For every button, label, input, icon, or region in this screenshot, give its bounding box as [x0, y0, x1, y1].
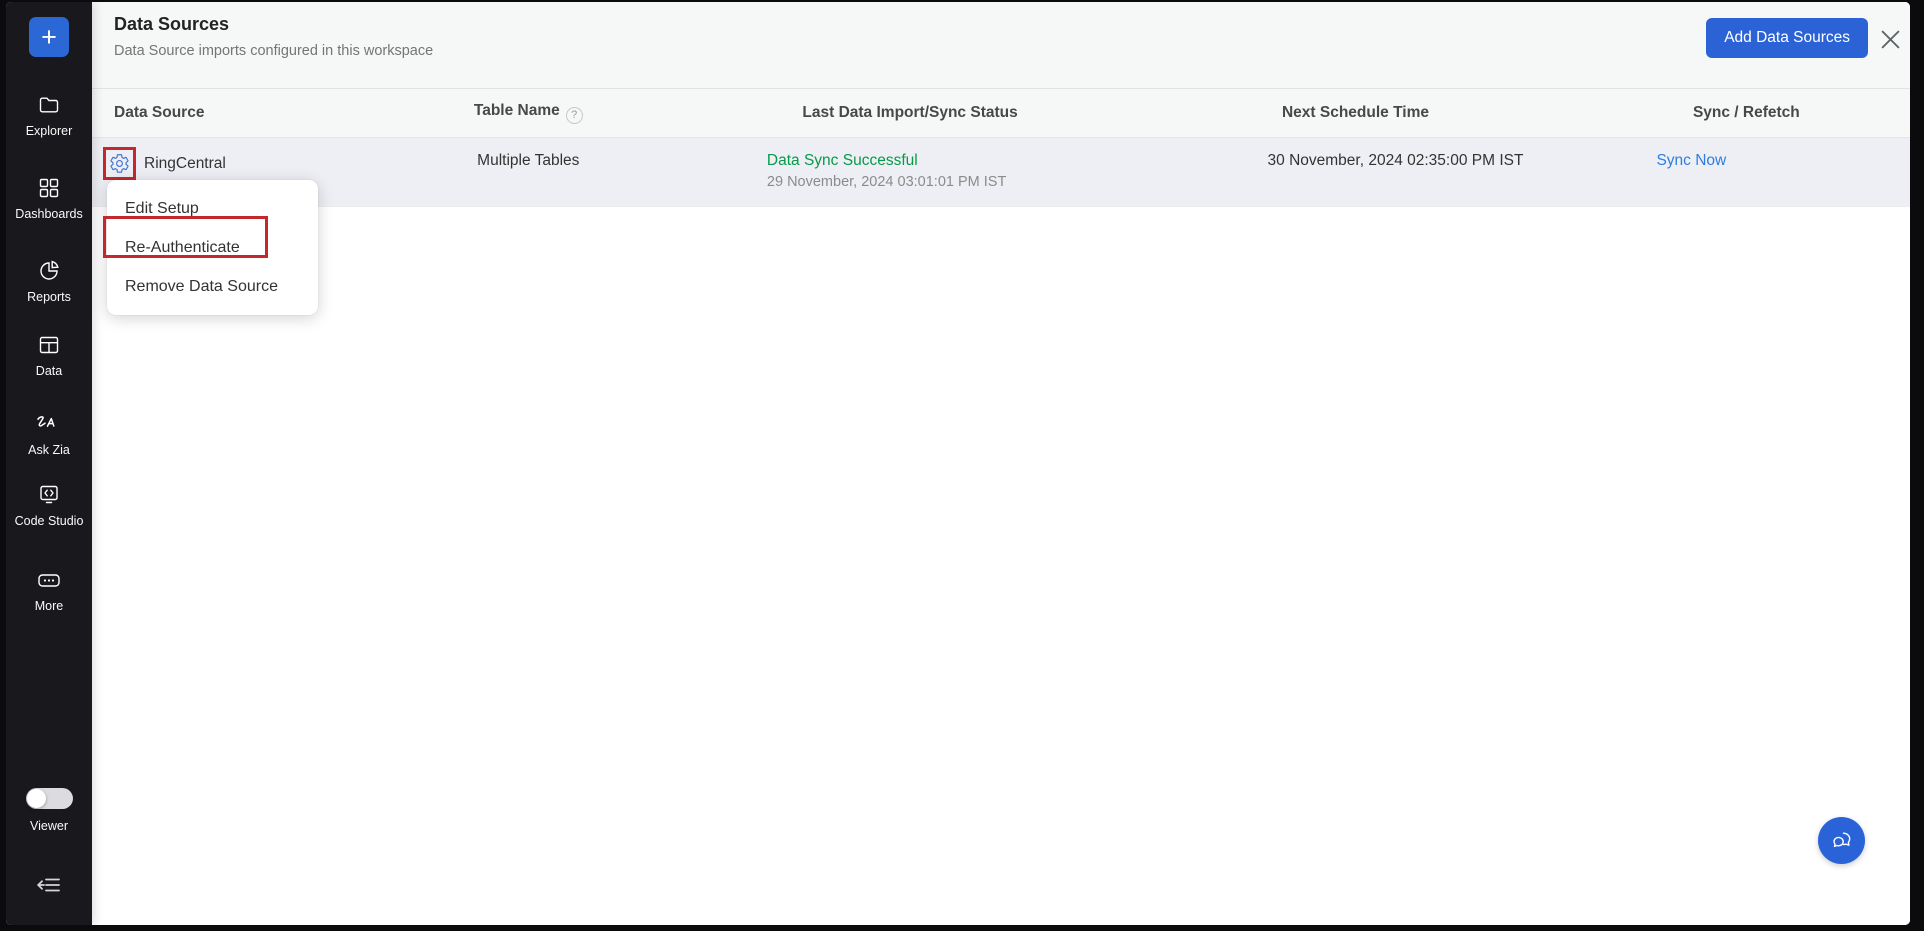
sidebar-item-label: Code Studio: [11, 514, 88, 529]
add-data-sources-button[interactable]: Add Data Sources: [1706, 18, 1868, 58]
page-title: Data Sources: [114, 14, 229, 35]
table-row: RingCentral Multiple Tables Data Sync Su…: [92, 138, 1910, 207]
table-name-cell: Multiple Tables: [365, 152, 692, 170]
collapse-arrow-icon: [35, 874, 63, 901]
sidebar-item-label: Ask Zia: [24, 443, 74, 458]
column-header-table-name: Table Name?: [365, 102, 692, 124]
main-panel: Data Sources Data Source imports configu…: [92, 2, 1910, 925]
sidebar-item-explorer[interactable]: Explorer: [6, 93, 92, 139]
ellipsis-icon: [36, 568, 62, 592]
sync-status-cell: Data Sync Successful 29 November, 2024 0…: [692, 152, 1128, 190]
sidebar-item-label: Data: [32, 364, 66, 379]
sidebar-item-more[interactable]: More: [6, 568, 92, 614]
sidebar-item-label: More: [31, 599, 67, 614]
next-schedule-cell: 30 November, 2024 02:35:00 PM IST: [1128, 152, 1583, 170]
menu-item-remove-data-source[interactable]: Remove Data Source: [107, 267, 318, 306]
create-new-button[interactable]: +: [29, 17, 69, 57]
collapse-sidebar-button[interactable]: [6, 874, 92, 901]
code-window-icon: [37, 483, 61, 507]
column-header-next-schedule: Next Schedule Time: [1128, 104, 1583, 122]
viewer-toggle[interactable]: [26, 788, 73, 809]
close-x-icon: [1877, 26, 1904, 58]
column-header-sync-status: Last Data Import/Sync Status: [692, 104, 1128, 122]
zia-signature-icon: [34, 412, 64, 436]
page-header: Data Sources Data Source imports configu…: [92, 2, 1910, 89]
sidebar-item-label: Reports: [23, 290, 75, 305]
sidebar-item-label: Dashboards: [11, 207, 86, 222]
chat-support-icon: [1829, 828, 1855, 854]
table-header-row: Data Source Table Name? Last Data Import…: [92, 89, 1910, 138]
sidebar: + Explorer Dashboards: [6, 2, 92, 925]
table-icon: [37, 333, 61, 357]
sync-now-link[interactable]: Sync Now: [1656, 152, 1726, 169]
sidebar-item-data[interactable]: Data: [6, 333, 92, 379]
data-source-context-menu: Edit Setup Re-Authenticate Remove Data S…: [107, 180, 318, 315]
viewer-toggle-label: Viewer: [26, 819, 72, 834]
sidebar-item-reports[interactable]: Reports: [6, 259, 92, 305]
gear-icon[interactable]: [109, 153, 130, 174]
menu-item-edit-setup[interactable]: Edit Setup: [107, 189, 318, 228]
app-window: + Explorer Dashboards: [6, 2, 1910, 925]
sidebar-item-label: Explorer: [22, 124, 77, 139]
viewer-mode-control: Viewer: [6, 788, 92, 834]
sync-status-text: Data Sync Successful: [767, 152, 1128, 170]
sync-action-cell: Sync Now: [1583, 152, 1910, 170]
viewer-toggle-knob: [27, 789, 46, 808]
pie-chart-icon: [37, 259, 61, 283]
folder-icon: [37, 93, 61, 117]
sidebar-item-code-studio[interactable]: Code Studio: [6, 483, 92, 529]
chat-support-button[interactable]: [1818, 817, 1865, 864]
sidebar-item-ask-zia[interactable]: Ask Zia: [6, 412, 92, 458]
data-source-cell: RingCentral: [92, 147, 365, 180]
column-header-data-source: Data Source: [92, 104, 365, 122]
data-source-name: RingCentral: [144, 155, 226, 173]
page-subtitle: Data Source imports configured in this w…: [114, 43, 433, 59]
gear-annotation-box: [103, 147, 136, 180]
menu-item-re-authenticate[interactable]: Re-Authenticate: [107, 228, 318, 267]
close-panel-button[interactable]: [1874, 26, 1906, 58]
table-name-help-icon[interactable]: ?: [566, 107, 583, 124]
grid-icon: [37, 176, 61, 200]
sync-status-timestamp: 29 November, 2024 03:01:01 PM IST: [767, 174, 1128, 190]
sidebar-item-dashboards[interactable]: Dashboards: [6, 176, 92, 222]
column-header-sync-refetch: Sync / Refetch: [1583, 104, 1910, 122]
